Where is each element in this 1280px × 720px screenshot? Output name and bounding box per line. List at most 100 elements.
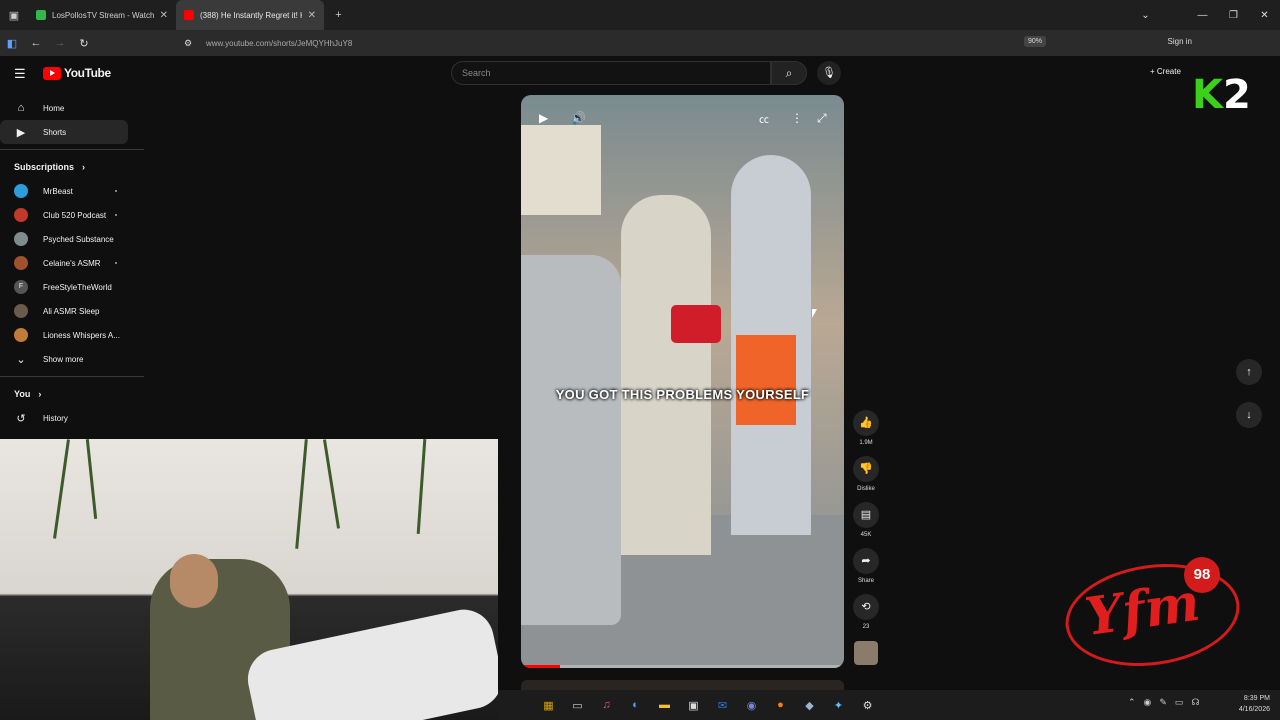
menu-icon[interactable]: ☰	[14, 66, 26, 82]
back-icon[interactable]: ←	[24, 37, 48, 49]
remix-button[interactable]: ⟲	[853, 594, 879, 620]
search-input[interactable]: Search	[451, 61, 771, 85]
clock-date: 4/16/2026	[1238, 706, 1270, 713]
system-clock[interactable]: 8:39 PM 4/16/2026	[1239, 693, 1270, 715]
next-short-button[interactable]: ↓	[1236, 402, 1262, 428]
sidebar-item-ali-asmr-sleep[interactable]: Ali ASMR Sleep	[0, 299, 144, 323]
avatar	[14, 208, 28, 222]
taskbar-app-icon[interactable]: ▦	[534, 699, 563, 712]
sidebar-item-label: Psyched Substance	[43, 234, 114, 244]
fullscreen-icon[interactable]: ⤢	[817, 111, 827, 126]
chevron-right-icon: ›	[38, 389, 42, 399]
previous-short-button[interactable]: ↑	[1236, 359, 1262, 385]
create-label: Create	[1156, 67, 1181, 76]
gas-can	[671, 305, 721, 343]
site-info-icon[interactable]: ⚙	[176, 38, 200, 49]
minimize-icon[interactable]: —	[1187, 10, 1218, 21]
browser-sign-in-button[interactable]: Sign in	[1168, 37, 1192, 46]
sidebar-item-club520[interactable]: Club 520 Podcast	[0, 203, 144, 227]
tab-actions-icon[interactable]: ▣	[0, 9, 28, 22]
close-tab-icon[interactable]: ✕	[308, 10, 316, 21]
play-icon[interactable]: ▶	[539, 111, 548, 125]
chevron-right-icon: ›	[82, 162, 86, 172]
app-icon[interactable]: ⚙	[853, 699, 882, 712]
share-button[interactable]: ➦	[853, 548, 879, 574]
firefox-icon[interactable]: ●	[766, 699, 795, 711]
channel-avatar[interactable]	[854, 641, 878, 665]
copilot-icon[interactable]: ◐	[621, 699, 650, 711]
kick-favicon-icon	[36, 10, 46, 20]
sidebar-item-freestyletheworld[interactable]: F FreeStyleTheWorld	[0, 275, 144, 299]
youtube-play-logo-icon	[43, 66, 61, 80]
like-button[interactable]: 👍	[853, 410, 879, 436]
yfm-badge: 98	[1184, 557, 1220, 593]
like-count: 1.9M	[859, 440, 873, 446]
sidebar-item-shorts[interactable]: ▶ Shorts	[0, 120, 128, 144]
dislike-button[interactable]: 👎	[853, 456, 879, 482]
subscriptions-header[interactable]: Subscriptions ›	[0, 155, 144, 179]
sidebar-item-history[interactable]: ↺ History	[0, 406, 144, 430]
mouse-cursor	[812, 309, 817, 318]
avatar	[14, 256, 28, 270]
tab-lospollostv[interactable]: LosPollosTV Stream - Watch Li ✕	[28, 0, 176, 30]
sidebar-item-celaines-asmr[interactable]: Celaine's ASMR	[0, 251, 144, 275]
tab-title: LosPollosTV Stream - Watch Li	[52, 10, 154, 20]
home-icon: ⌂	[17, 102, 25, 114]
create-button[interactable]: + Create	[1150, 67, 1181, 76]
youtube-favicon-icon	[184, 10, 194, 20]
captions-icon[interactable]: ㏄	[759, 111, 769, 126]
microphone-icon[interactable]: 🎙	[817, 61, 841, 85]
comment-count: 45K	[860, 532, 872, 538]
avatar	[14, 304, 28, 318]
music-app-icon[interactable]: ♫	[592, 699, 621, 711]
sidebar-item-label: Club 520 Podcast	[43, 210, 107, 220]
sidebar-item-lioness-whispers[interactable]: Lioness Whispers A...	[0, 323, 144, 347]
search-icon[interactable]: ⌕	[771, 61, 807, 85]
tab-list-chevron-icon[interactable]: ⌄	[1130, 10, 1161, 21]
new-tab-icon[interactable]: +	[324, 9, 353, 21]
orange-shorts	[736, 335, 796, 425]
store-icon[interactable]: ▣	[679, 699, 708, 712]
sidebar-item-mrbeast[interactable]: MrBeast	[0, 179, 144, 203]
youtube-logo[interactable]: YouTube	[43, 66, 111, 80]
system-tray-icons[interactable]: ⌃◉✎▭☊	[1128, 697, 1207, 708]
sidebar-toggle-icon[interactable]: ◧	[0, 37, 24, 50]
address-field[interactable]: www.youtube.com/shorts/JeMQYHhJuY8	[206, 39, 352, 48]
sidebar-item-label: Home	[43, 103, 65, 113]
new-content-dot	[115, 190, 117, 192]
steam-icon[interactable]: ◆	[795, 699, 824, 712]
zoom-level[interactable]: 90%	[1023, 36, 1046, 47]
sidebar-item-label: Shorts	[43, 127, 67, 137]
sidebar-item-label: Lioness Whispers A...	[43, 330, 120, 340]
tab-youtube-short[interactable]: (388) He Instantly Regret it! KAI ✕	[176, 0, 324, 30]
you-header[interactable]: You ›	[0, 382, 144, 406]
clock-time: 8:39 PM	[1243, 695, 1270, 702]
k2-k: K	[1192, 72, 1223, 118]
comments-button[interactable]: ▤	[853, 502, 879, 528]
app-icon[interactable]: ✦	[824, 699, 853, 712]
close-window-icon[interactable]: ✕	[1249, 10, 1280, 21]
show-more-label: Show more	[43, 354, 84, 364]
taskbar-app-icon[interactable]: ▭	[563, 699, 592, 712]
share-label: Share	[857, 578, 874, 584]
share-action: ➦ Share	[852, 548, 880, 584]
discord-icon[interactable]: ◉	[737, 699, 766, 712]
show-more-button[interactable]: ⌄ Show more	[0, 347, 144, 371]
sidebar-item-home[interactable]: ⌂ Home	[0, 96, 144, 120]
youtube-header: ☰ YouTube Search ⌕ 🎙 + Create	[0, 56, 1280, 92]
volume-icon[interactable]: 🔊	[571, 111, 586, 125]
window-controls: ⌄ — ❐ ✕	[1130, 0, 1280, 30]
forward-icon[interactable]: →	[48, 37, 72, 49]
close-tab-icon[interactable]: ✕	[160, 10, 168, 21]
reload-icon[interactable]: ↻	[72, 37, 96, 50]
tab-title: (388) He Instantly Regret it! KAI	[200, 10, 302, 20]
sidebar-item-psyched-substance[interactable]: Psyched Substance	[0, 227, 144, 251]
hanging-plant	[416, 439, 427, 534]
progress-bar[interactable]	[521, 665, 844, 668]
more-options-icon[interactable]: ⋮	[791, 111, 803, 125]
outlook-icon[interactable]: ✉	[708, 699, 737, 712]
file-explorer-icon[interactable]: ▬	[650, 699, 679, 711]
sidebar-item-label: Celaine's ASMR	[43, 258, 101, 268]
restore-icon[interactable]: ❐	[1218, 10, 1249, 21]
short-video-player[interactable]: ▶ 🔊 ㏄ ⋮ ⤢ YOU GOT THIS PROBLEMS YOURSELF	[521, 95, 844, 668]
